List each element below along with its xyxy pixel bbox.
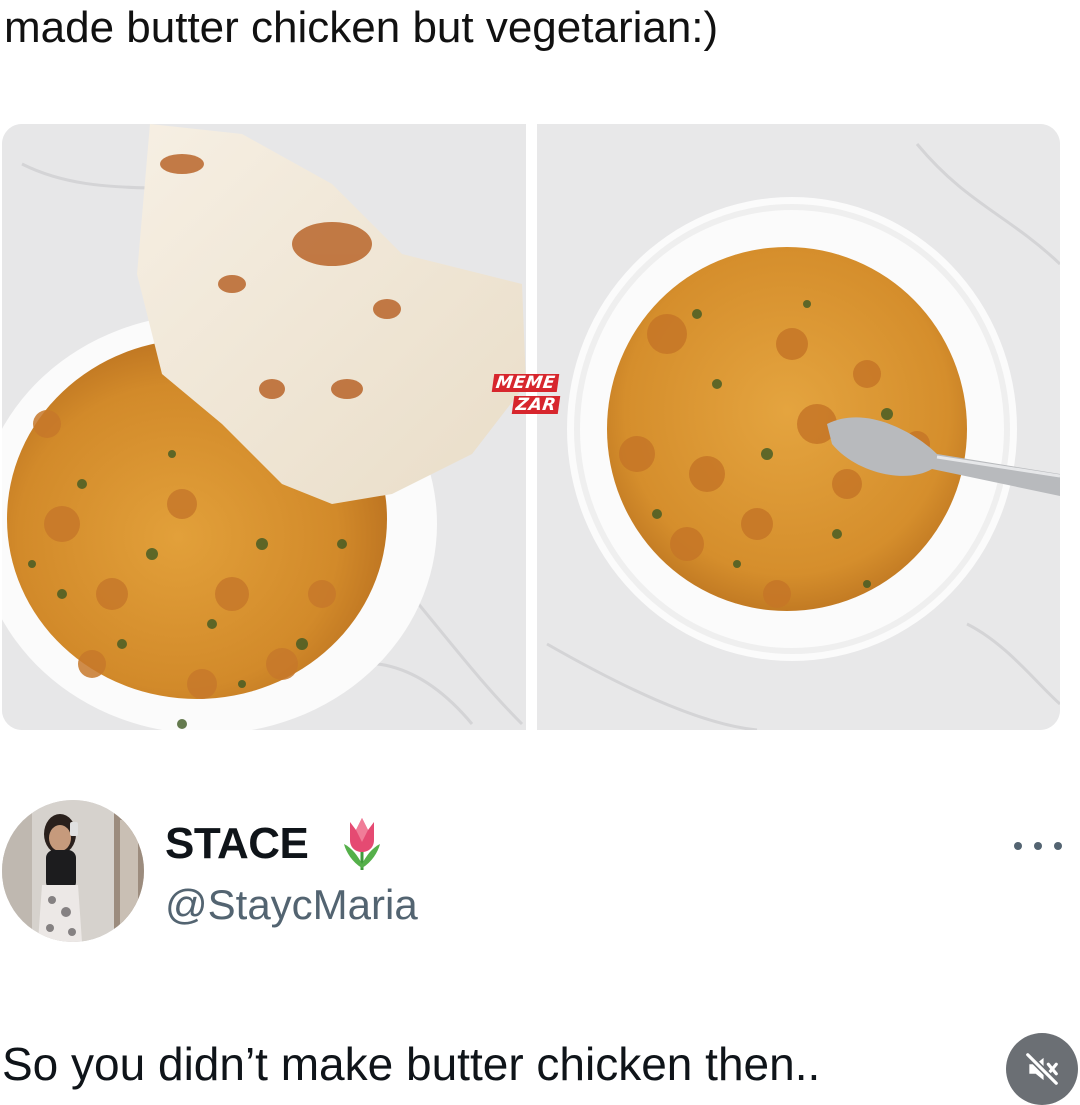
watermark-line-2: ZAR xyxy=(511,395,561,415)
watermark-line-1: MEME xyxy=(491,373,560,393)
curry-naan-image xyxy=(2,124,526,730)
watermark-logo: MEME ZAR xyxy=(491,373,573,420)
speaker-muted-icon xyxy=(1025,1052,1059,1086)
tulip-icon xyxy=(338,812,386,872)
more-dot xyxy=(1034,842,1042,850)
photo-curry-with-spoon[interactable] xyxy=(537,124,1060,730)
photo-curry-with-naan[interactable] xyxy=(2,124,526,730)
more-dot xyxy=(1054,842,1062,850)
more-dot xyxy=(1014,842,1022,850)
reply-text: So you didn’t make butter chicken then.. xyxy=(2,1038,821,1090)
post-caption: made butter chicken but vegetarian:) xyxy=(4,3,719,52)
more-horizontal-icon[interactable] xyxy=(1014,832,1062,860)
curry-spoon-image xyxy=(537,124,1060,730)
user-handle[interactable]: @StaycMaria xyxy=(165,880,418,930)
avatar-photo xyxy=(2,800,144,942)
mute-toggle-button[interactable] xyxy=(1006,1033,1078,1105)
avatar[interactable] xyxy=(2,800,144,942)
screenshot-page: made butter chicken but vegetarian:) MEM… xyxy=(0,0,1080,1105)
display-name[interactable]: STACE xyxy=(165,818,309,870)
